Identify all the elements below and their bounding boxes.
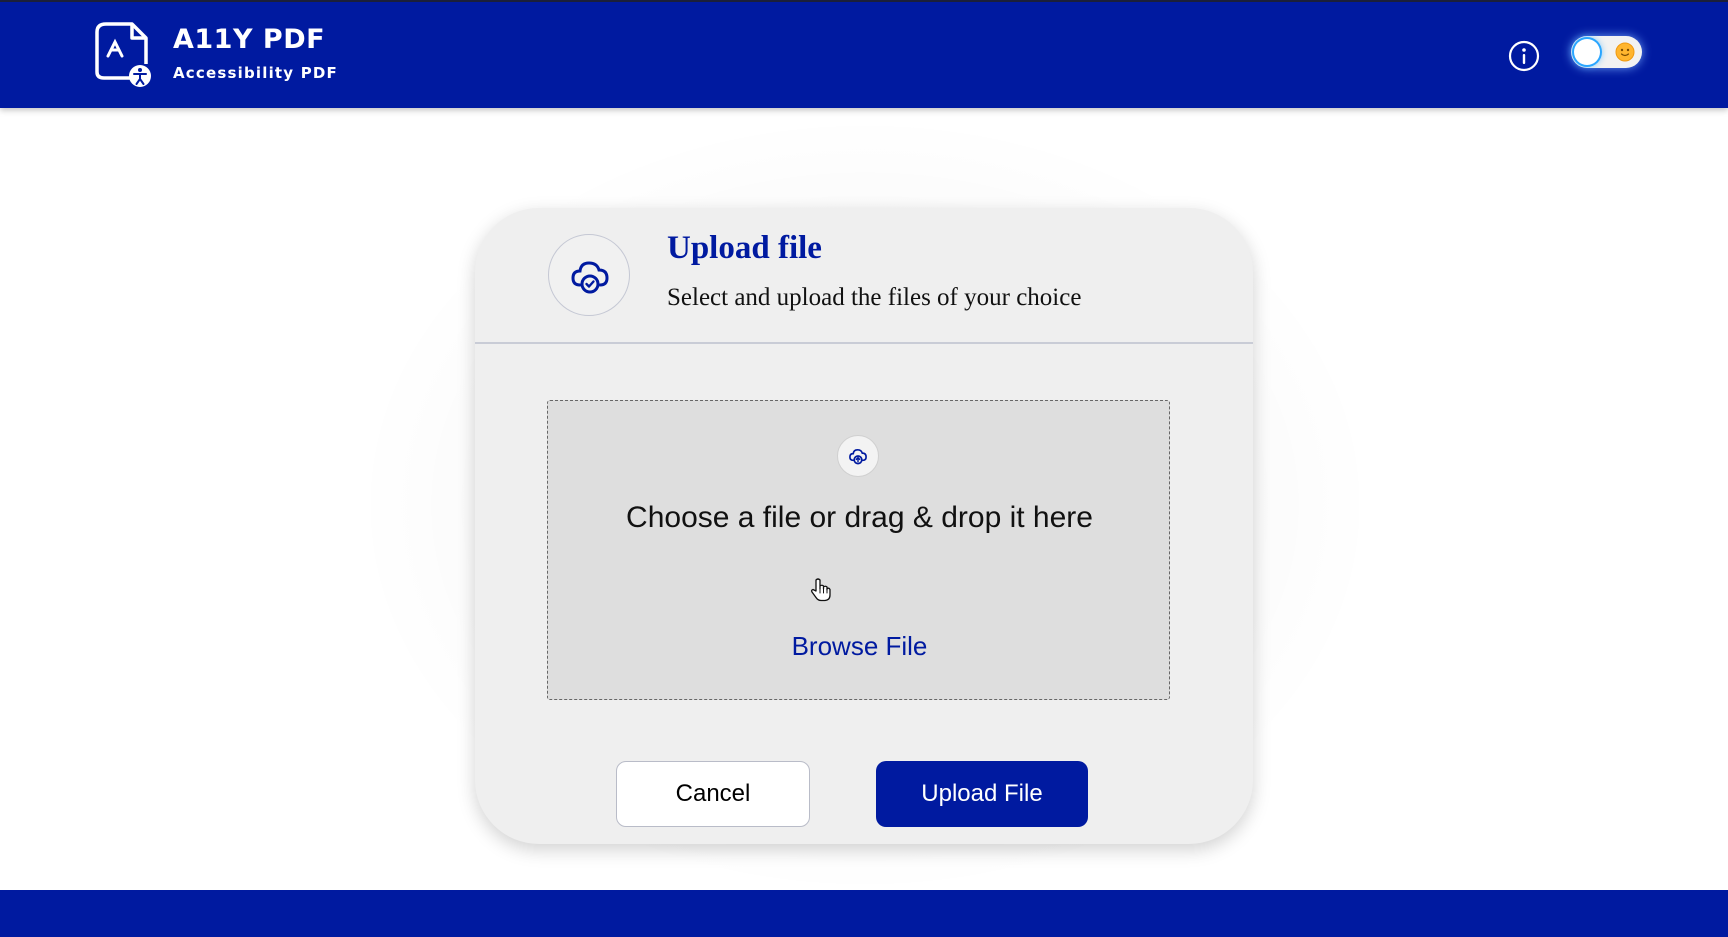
dropzone-prompt: Choose a file or drag & drop it here bbox=[626, 501, 1093, 534]
toggle-knob bbox=[1574, 39, 1600, 65]
cancel-button[interactable]: Cancel bbox=[616, 761, 810, 827]
dialog-subtitle: Select and upload the files of your choi… bbox=[667, 284, 1082, 311]
cloud-upload-icon bbox=[837, 435, 879, 477]
browse-file-link[interactable]: Browse File bbox=[548, 631, 1171, 662]
cloud-check-icon bbox=[548, 234, 630, 316]
app-footer bbox=[0, 890, 1728, 937]
hand-pointer-icon bbox=[811, 578, 831, 602]
info-icon[interactable] bbox=[1508, 40, 1540, 72]
upload-file-button[interactable]: Upload File bbox=[876, 761, 1088, 827]
app-subtitle: Accessibility PDF bbox=[173, 64, 338, 82]
app-title: A11Y PDF bbox=[173, 24, 326, 55]
upload-dialog: Upload file Select and upload the files … bbox=[475, 208, 1253, 844]
dialog-title: Upload file bbox=[667, 230, 822, 266]
theme-toggle[interactable] bbox=[1571, 36, 1642, 68]
pdf-accessibility-icon bbox=[95, 22, 151, 87]
file-dropzone[interactable]: Choose a file or drag & drop it here Bro… bbox=[547, 400, 1170, 700]
dialog-header: Upload file Select and upload the files … bbox=[475, 208, 1253, 344]
app-header: A11Y PDF Accessibility PDF bbox=[0, 0, 1728, 108]
sun-icon bbox=[1615, 42, 1635, 62]
